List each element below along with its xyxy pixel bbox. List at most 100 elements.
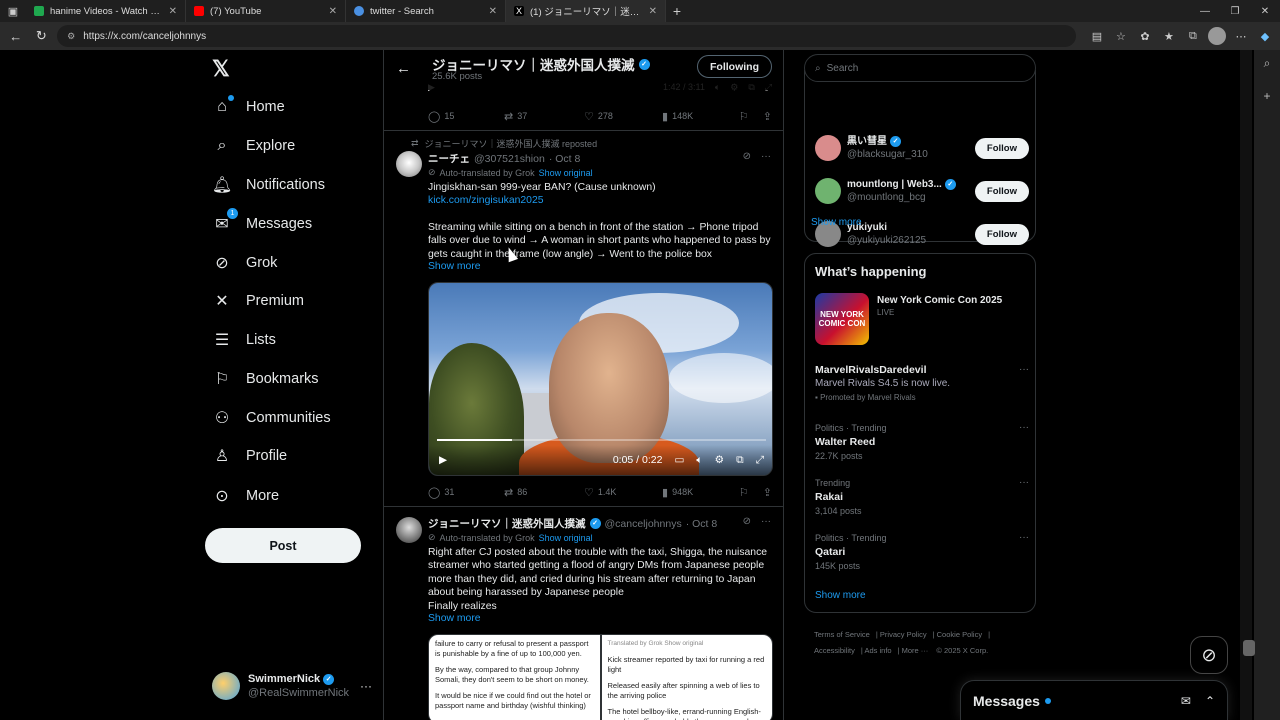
grok-icon[interactable]: ⊘ [743,516,751,527]
show-more-link[interactable]: Show more [428,613,481,624]
more-icon[interactable]: ··· [360,679,372,693]
follow-suggestion[interactable]: 黒い彗星 ✓ @blacksugar_310 Follow [815,133,1029,163]
tweet-image[interactable]: failure to carry or refusal to present a… [429,635,600,720]
browser-tab-4[interactable]: X (1) ジョニーリマソ｜迷惑外国人 ✕ [506,0,666,22]
more-icon[interactable]: ⋯ [1232,27,1250,45]
play-icon[interactable]: ▶ [439,454,447,466]
nav-item-lists[interactable]: ☰ Lists [212,326,276,354]
like-action[interactable]: ♡ 278 [584,110,662,123]
author-handle[interactable]: @canceljohnnys [605,518,682,530]
grok-icon[interactable]: ⊘ [743,151,751,162]
post-button[interactable]: Post [205,528,361,563]
add-icon[interactable]: + [1263,89,1270,103]
settings-icon[interactable]: ⚙ [715,454,724,466]
pip-icon[interactable]: ⧉ [736,454,744,467]
new-message-icon[interactable]: ✉ [1181,694,1191,708]
views-action[interactable]: ▮ 148K [662,110,693,123]
show-original-link[interactable]: Show original [539,168,593,178]
fullscreen-icon[interactable]: ⤢ [756,454,764,467]
nav-item-explore[interactable]: ⌕ Explore [212,132,296,160]
video-player[interactable]: ▶ 0:05 / 0:22 ▭ 🔈︎ ⚙ ⧉ ⤢ [428,282,773,476]
repost-action[interactable]: ⇄ 86 [504,486,584,499]
chevron-up-icon[interactable]: ⌃ [1205,694,1215,708]
trend-item[interactable]: MarvelRivalsDaredevil Marvel Rivals S4.5… [815,363,1029,405]
profile-avatar[interactable] [1207,27,1226,45]
collections-icon[interactable]: ⧉ [1184,27,1202,45]
scrollbar[interactable] [1240,50,1255,720]
trend-item[interactable]: Politics · Trending Walter Reed 22.7K po… [815,421,1029,463]
trend-item[interactable]: Trending Rakai 3,104 posts ··· [815,476,1029,518]
browser-tab-3[interactable]: twitter - Search ✕ [346,0,506,22]
reply-action[interactable]: ◯ 31 [428,486,504,499]
follow-button[interactable]: Follow [974,180,1029,202]
follow-button[interactable]: Follow [974,137,1029,159]
back-icon[interactable]: ← [6,26,26,46]
trend-item[interactable]: Politics · Trending Qatari 145K posts ··… [815,531,1029,573]
tweet-date[interactable]: · Oct 8 [549,153,581,165]
views-action[interactable]: ▮ 948K [662,486,693,499]
captions-icon[interactable]: ▭ [674,454,684,466]
browser-tab-2[interactable]: (7) YouTube ✕ [186,0,346,22]
footer-link[interactable]: More ··· [902,646,929,655]
like-action[interactable]: ♡ 1.4K [584,486,662,499]
show-more-link[interactable]: Show more [815,590,866,601]
show-original-link[interactable]: Show original [539,533,593,543]
reader-mode-icon[interactable]: ▤ [1088,27,1106,45]
close-icon[interactable]: ✕ [489,6,497,17]
share-icon[interactable]: ⇪ [763,486,772,499]
follow-suggestion[interactable]: mountlong | Web3... ✓ @mountlong_bcg Follo… [815,176,1029,206]
star-icon[interactable]: ☆ [1112,27,1130,45]
close-icon[interactable]: ✕ [169,6,177,17]
more-icon[interactable]: ··· [1019,421,1029,435]
url-field[interactable]: ⚙ https://x.com/canceljohnnys [57,25,1076,47]
nav-item-more[interactable]: ⊙ More [212,482,279,510]
account-switcher[interactable]: SwimmerNick ✓ @RealSwimmerNick ··· [212,670,372,702]
following-button[interactable]: Following [697,55,772,78]
new-tab-button[interactable]: + [666,0,688,22]
more-icon[interactable]: ··· [1019,363,1029,377]
bookmark-icon[interactable]: ⚐ [739,486,749,499]
bookmark-icon[interactable]: ⚐ [739,110,749,123]
window-menu-icon[interactable]: ▣ [0,0,26,22]
more-icon[interactable]: ··· [761,516,771,527]
nav-item-profile[interactable]: ♙ Profile [212,442,287,470]
search-box[interactable]: ⌕ [804,54,1036,82]
tweet-date[interactable]: · Oct 8 [686,518,718,530]
footer-link[interactable]: Privacy Policy [880,630,927,639]
nav-item-home[interactable]: ⌂ Home [212,93,285,121]
reload-icon[interactable]: ↻ [32,26,52,46]
repost-action[interactable]: ⇄ 37 [504,110,584,123]
grok-floating-button[interactable]: ⊘ [1190,636,1228,674]
footer-link[interactable]: Cookie Policy [937,630,982,639]
x-logo-icon[interactable]: 𝕏 [212,58,234,80]
nav-item-communities[interactable]: ⚇ Communities [212,404,331,432]
volume-icon[interactable]: 🔈︎ [696,454,702,467]
follow-button[interactable]: Follow [974,223,1029,245]
nav-item-notifications[interactable]: 🔔︎ Notifications [212,171,325,199]
share-icon[interactable]: ⇪ [763,110,772,123]
nav-item-grok[interactable]: ⊘ Grok [212,249,277,277]
back-arrow-icon[interactable]: ← [396,60,411,77]
author-handle[interactable]: @307521shion [474,153,545,165]
scrollbar-thumb[interactable] [1243,640,1255,656]
footer-link[interactable]: Ads info [864,646,891,655]
more-icon[interactable]: ··· [1019,531,1029,545]
messages-drawer[interactable]: Messages ✉ ⌃ [960,680,1228,720]
more-icon[interactable]: ··· [1019,476,1029,490]
nav-item-bookmarks[interactable]: ⚐ Bookmarks [212,365,319,393]
footer-link[interactable]: Terms of Service [814,630,870,639]
search-input[interactable] [826,62,1017,74]
restore-icon[interactable]: ❐ [1220,0,1250,22]
close-icon[interactable]: ✕ [329,6,337,17]
site-info-icon[interactable]: ⚙ [67,31,75,42]
browser-tab-1[interactable]: hanime Videos - Watch On-Dem ✕ [26,0,186,22]
minimize-icon[interactable]: — [1190,0,1220,22]
copilot-icon[interactable]: ◆ [1256,27,1274,45]
more-icon[interactable]: ··· [761,151,771,162]
show-more-link[interactable]: Show more [428,261,481,272]
close-icon[interactable]: ✕ [649,6,657,17]
author-name[interactable]: ジョニーリマソ｜迷惑外国人撲滅 [428,516,586,531]
nav-item-premium[interactable]: ✕ Premium [212,287,304,315]
avatar[interactable] [396,517,422,543]
footer-link[interactable]: Accessibility [814,646,855,655]
